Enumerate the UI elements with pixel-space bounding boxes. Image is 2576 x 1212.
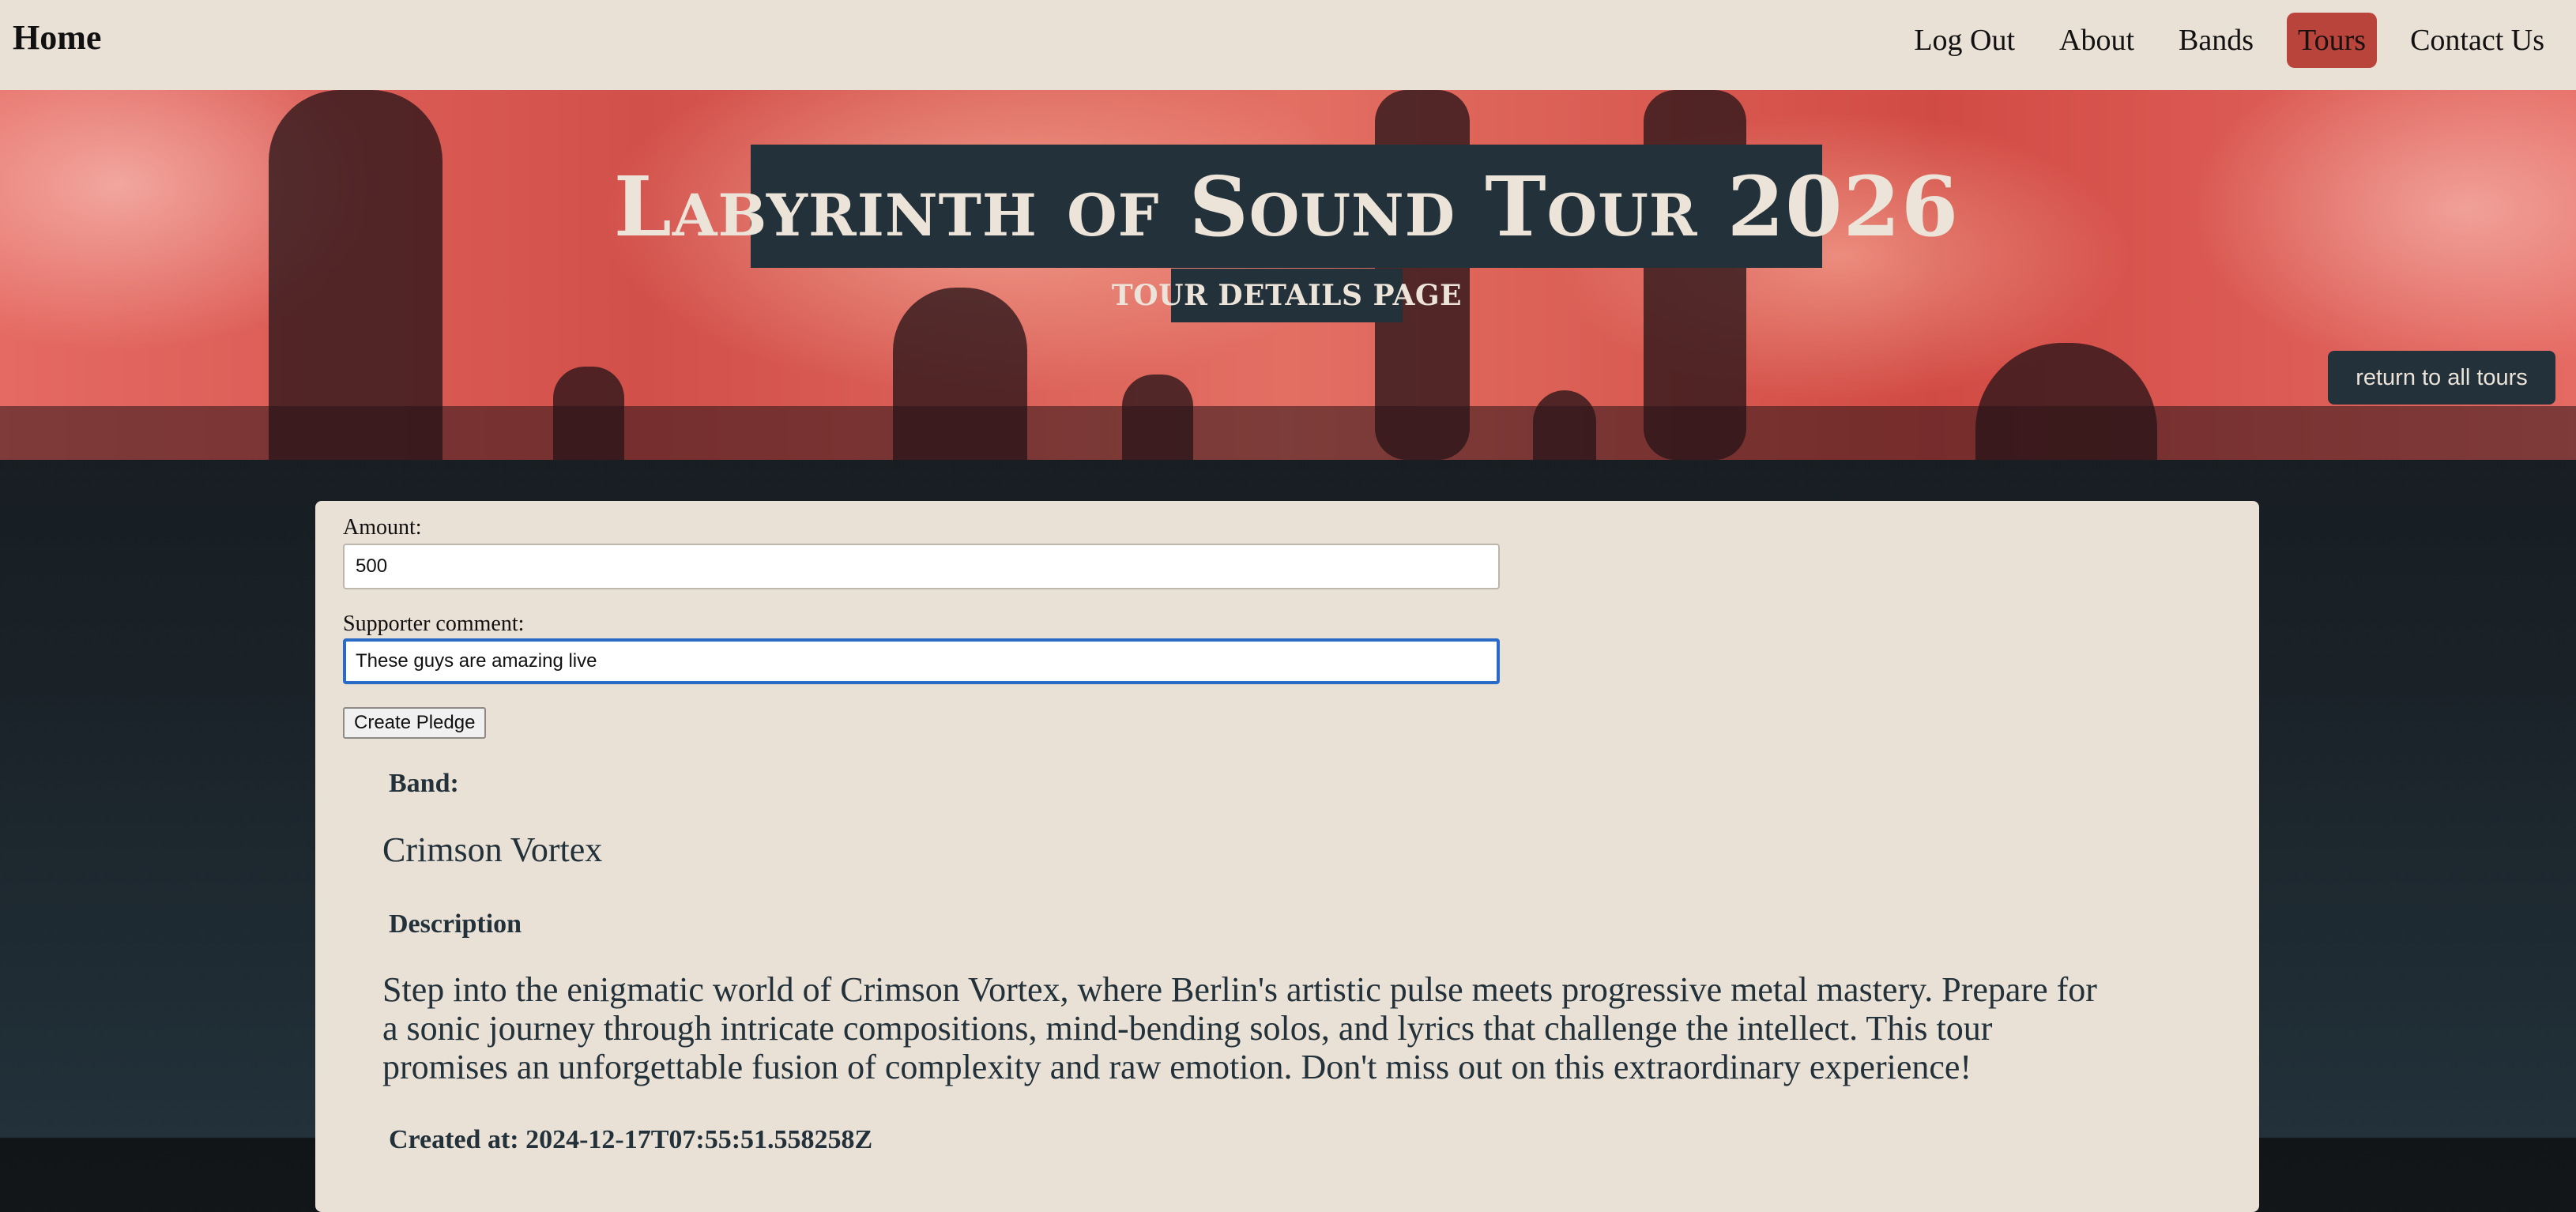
supporter-comment-input[interactable]: These guys are amazing live bbox=[343, 638, 1500, 684]
nav-tours-link[interactable]: Tours bbox=[2287, 13, 2378, 68]
page-title: Labyrinth of Sound Tour 2026 bbox=[613, 157, 1960, 255]
hero-title-box: Labyrinth of Sound Tour 2026 bbox=[614, 145, 1958, 268]
nav-links: Log Out About Bands Tours Contact Us bbox=[1892, 13, 2567, 68]
nav-home-link[interactable]: Home bbox=[13, 17, 101, 58]
page-subtitle: TOUR DETAILS PAGE bbox=[1111, 279, 1463, 312]
band-heading: Band: bbox=[389, 769, 459, 798]
nav-log-out-link[interactable]: Log Out bbox=[1903, 13, 2026, 68]
amount-label: Amount: bbox=[343, 515, 422, 540]
tour-details-card bbox=[315, 501, 2259, 1212]
description-heading: Description bbox=[389, 909, 522, 939]
return-to-all-tours-button[interactable]: return to all tours bbox=[2328, 351, 2555, 405]
tour-description: Step into the enigmatic world of Crimson… bbox=[382, 970, 2097, 1086]
nav-bands-link[interactable]: Bands bbox=[2167, 13, 2265, 68]
amount-input[interactable]: 500 bbox=[343, 544, 1500, 589]
hero-banner: Labyrinth of Sound Tour 2026 TOUR DETAIL… bbox=[0, 90, 2576, 460]
supporter-comment-label: Supporter comment: bbox=[343, 612, 525, 636]
band-name: Crimson Vortex bbox=[382, 830, 603, 869]
create-pledge-button[interactable]: Create Pledge bbox=[343, 707, 487, 739]
hero-subtitle-box: TOUR DETAILS PAGE bbox=[1112, 269, 1462, 322]
nav-about-link[interactable]: About bbox=[2048, 13, 2145, 68]
created-at-text: Created at: 2024-12-17T07:55:51.558258Z bbox=[389, 1125, 873, 1154]
top-navbar: Home Log Out About Bands Tours Contact U… bbox=[0, 0, 2576, 90]
nav-contact-us-link[interactable]: Contact Us bbox=[2399, 13, 2555, 68]
